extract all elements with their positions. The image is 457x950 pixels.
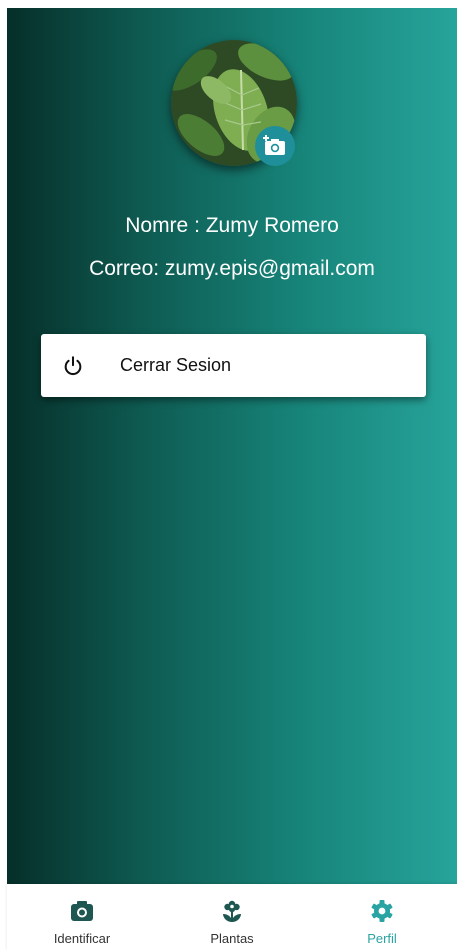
change-photo-button[interactable] [255, 126, 295, 166]
profile-screen: Nomre : Zumy Romero Correo: zumy.epis@gm… [7, 8, 457, 884]
gear-icon [371, 900, 393, 922]
nav-item-identificar[interactable]: Identificar [7, 884, 157, 950]
avatar-container [171, 40, 297, 166]
plant-icon [223, 900, 241, 922]
nav-label-plantas: Plantas [210, 931, 254, 946]
bottom-nav: Identificar Plantas Perfil [7, 884, 457, 950]
nav-label-identificar: Identificar [53, 931, 111, 946]
user-name: Nomre : Zumy Romero [125, 214, 339, 237]
nav-item-perfil[interactable]: Perfil [307, 884, 457, 950]
camera-icon [71, 901, 93, 921]
power-icon [64, 355, 82, 375]
user-email: Correo: zumy.epis@gmail.com [89, 257, 375, 280]
add-a-photo-icon [263, 135, 285, 155]
nav-label-perfil: Perfil [367, 931, 397, 946]
logout-button[interactable]: Cerrar Sesion [41, 334, 426, 397]
nav-item-plantas[interactable]: Plantas [157, 884, 307, 950]
logout-label: Cerrar Sesion [120, 355, 232, 375]
